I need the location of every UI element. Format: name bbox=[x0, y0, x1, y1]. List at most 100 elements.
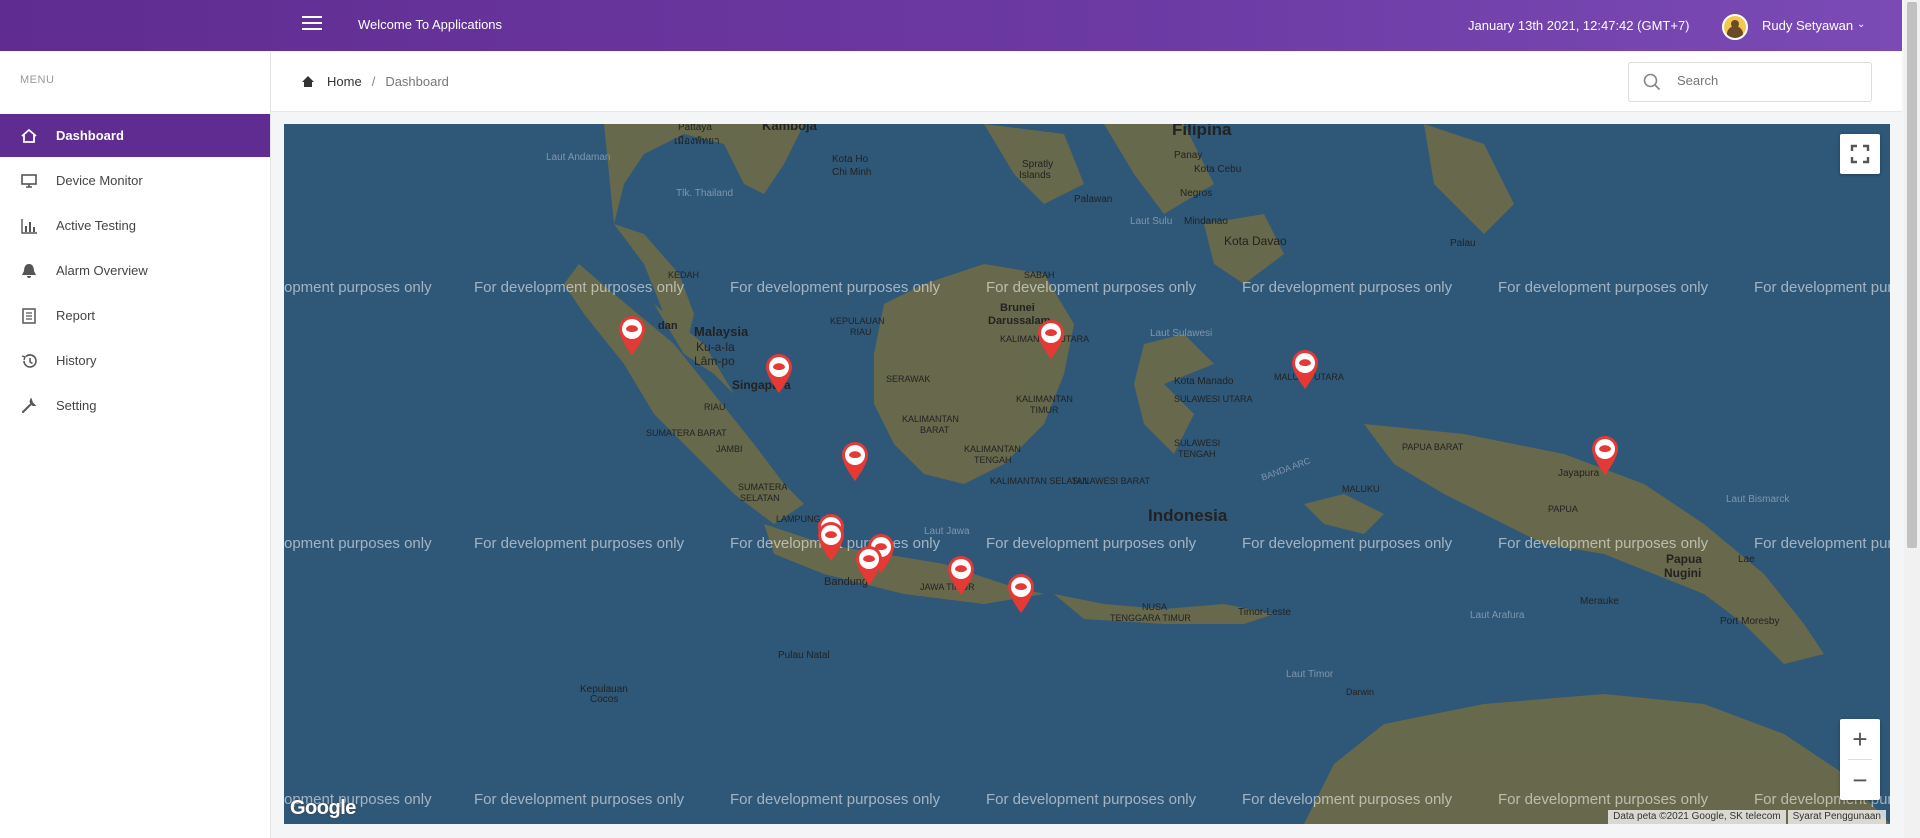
sidebar-item-label: Setting bbox=[56, 398, 97, 413]
app-title: Welcome To Applications bbox=[358, 17, 503, 32]
watermark-text: For development purposes only bbox=[1498, 279, 1709, 296]
bell-icon bbox=[18, 263, 40, 279]
home-icon[interactable] bbox=[301, 75, 315, 88]
map-label: KEDAH bbox=[668, 270, 700, 280]
history-icon bbox=[18, 353, 40, 369]
map-label: Laut Bismarck bbox=[1726, 494, 1790, 505]
fullscreen-button[interactable] bbox=[1840, 134, 1880, 174]
google-logo[interactable]: Google bbox=[290, 797, 356, 820]
map-label: KALIMANTAN bbox=[964, 444, 1021, 454]
map-label: Lae bbox=[1738, 554, 1755, 565]
sidebar-item-label: Active Testing bbox=[56, 218, 136, 233]
sidebar-item-dashboard[interactable]: Dashboard bbox=[0, 114, 270, 157]
device-marker[interactable] bbox=[946, 554, 976, 596]
map-label: Nugini bbox=[1664, 566, 1702, 580]
map-label: Port Moresby bbox=[1720, 616, 1780, 627]
avatar[interactable] bbox=[1722, 14, 1748, 40]
sidebar-item-label: History bbox=[56, 353, 97, 368]
device-marker[interactable] bbox=[816, 520, 846, 562]
sidebar-item-device-monitor[interactable]: Device Monitor bbox=[0, 159, 270, 202]
device-marker[interactable] bbox=[1036, 318, 1066, 360]
device-marker[interactable] bbox=[1006, 572, 1036, 614]
map-label: Merauke bbox=[1580, 596, 1619, 607]
sidebar-item-setting[interactable]: Setting bbox=[0, 384, 270, 427]
breadcrumb: Home / Dashboard bbox=[301, 74, 449, 89]
watermark-text: For development purposes only bbox=[1498, 791, 1709, 808]
user-name[interactable]: Rudy Setyawan bbox=[1762, 18, 1853, 33]
map-label: Laut Sulu bbox=[1130, 216, 1173, 227]
device-marker[interactable] bbox=[617, 314, 647, 356]
map-label: Cocos bbox=[590, 694, 619, 705]
breadcrumb-home[interactable]: Home bbox=[327, 74, 362, 89]
map-label: MALUKU bbox=[1342, 484, 1380, 494]
watermark-text: For development purposes only bbox=[730, 279, 941, 296]
map-label: เมืองพัทยา bbox=[674, 136, 720, 147]
map-view[interactable]: opment purposes only For development pur… bbox=[284, 124, 1890, 824]
search-box[interactable] bbox=[1628, 62, 1872, 102]
watermark-text: For development purposes only bbox=[730, 791, 941, 808]
device-marker[interactable] bbox=[1290, 348, 1320, 390]
map-label: SELATAN bbox=[740, 493, 780, 503]
map-label: SERAWAK bbox=[886, 374, 931, 384]
zoom-out-button[interactable]: − bbox=[1840, 760, 1880, 800]
watermark-text: For development purposes only bbox=[474, 535, 685, 552]
scrollbar-thumb[interactable] bbox=[1907, 2, 1917, 548]
sidebar-item-label: Report bbox=[56, 308, 96, 323]
search-input[interactable] bbox=[1675, 72, 1859, 89]
map-label: RIAU bbox=[850, 327, 872, 337]
wrench-icon bbox=[18, 397, 40, 414]
zoom-in-button[interactable]: + bbox=[1840, 719, 1880, 759]
watermark-text: For development purposes only bbox=[1242, 535, 1453, 552]
document-icon bbox=[18, 307, 40, 324]
sidebar-item-label: Alarm Overview bbox=[56, 263, 148, 278]
sidebar-item-alarm-overview[interactable]: Alarm Overview bbox=[0, 249, 270, 292]
map-label: KALIMANTAN bbox=[1016, 394, 1073, 404]
map-label: Filipina bbox=[1172, 124, 1232, 139]
watermark-text: For development purposes only bbox=[986, 279, 1197, 296]
map-label: SUMATERA bbox=[738, 482, 788, 492]
map-label: TENGGARA TIMUR bbox=[1110, 613, 1191, 623]
map-label: Laut Andaman bbox=[546, 152, 611, 163]
map-label: Indonesia bbox=[1148, 506, 1228, 525]
watermark-text: For development purposes only bbox=[1242, 791, 1453, 808]
map-label: Laut Jawa bbox=[924, 526, 970, 537]
chevron-down-icon[interactable]: ⌄ bbox=[1857, 19, 1865, 30]
current-datetime: January 13th 2021, 12:47:42 (GMT+7) bbox=[1468, 18, 1690, 33]
map-label: Chi Minh bbox=[832, 167, 872, 178]
sidebar-item-history[interactable]: History bbox=[0, 339, 270, 382]
device-marker[interactable] bbox=[840, 440, 870, 482]
map-label: TENGAH bbox=[1178, 449, 1216, 459]
map-label: Palawan bbox=[1074, 194, 1113, 205]
map-label: Panay bbox=[1174, 150, 1203, 161]
map-label: SULAWESI UTARA bbox=[1174, 394, 1253, 404]
map-label: SUMATERA BARAT bbox=[646, 428, 727, 438]
monitor-icon bbox=[18, 173, 40, 189]
terms-link[interactable]: Syarat Penggunaan bbox=[1787, 810, 1886, 824]
sidebar-item-report[interactable]: Report bbox=[0, 294, 270, 337]
map-label: Brunei bbox=[1000, 302, 1035, 314]
top-navbar: Welcome To Applications January 13th 202… bbox=[0, 0, 1902, 51]
map-label: SULAWESI bbox=[1174, 438, 1221, 448]
page-scrollbar[interactable] bbox=[1904, 0, 1920, 838]
map-label: Kota Davao bbox=[1224, 234, 1287, 248]
map-label: Ku-a-la bbox=[696, 340, 735, 354]
sidebar-item-label: Dashboard bbox=[56, 128, 124, 143]
map-label: Pulau Natal bbox=[778, 650, 830, 661]
map-label: LAMPUNG bbox=[776, 514, 821, 524]
device-marker[interactable] bbox=[1590, 434, 1620, 476]
map-label: JAMBI bbox=[716, 444, 743, 454]
device-marker[interactable] bbox=[854, 544, 884, 586]
sidebar-item-label: Device Monitor bbox=[56, 173, 143, 188]
hamburger-menu-icon[interactable] bbox=[302, 16, 322, 32]
zoom-control: + − bbox=[1840, 719, 1880, 800]
map-label: Negros bbox=[1180, 188, 1213, 199]
map-label: TIMUR bbox=[1030, 405, 1059, 415]
device-marker[interactable] bbox=[764, 352, 794, 394]
map-label: Spratly bbox=[1022, 159, 1054, 170]
map-data-credit[interactable]: Data peta ©2021 Google, SK telecom bbox=[1608, 810, 1786, 824]
map-label: KALIMANTAN bbox=[902, 414, 959, 424]
map-label: Palau bbox=[1450, 238, 1476, 249]
sidebar-item-active-testing[interactable]: Active Testing bbox=[0, 204, 270, 247]
breadcrumb-separator: / bbox=[371, 74, 376, 89]
watermark-text: For development purposes only bbox=[986, 791, 1197, 808]
